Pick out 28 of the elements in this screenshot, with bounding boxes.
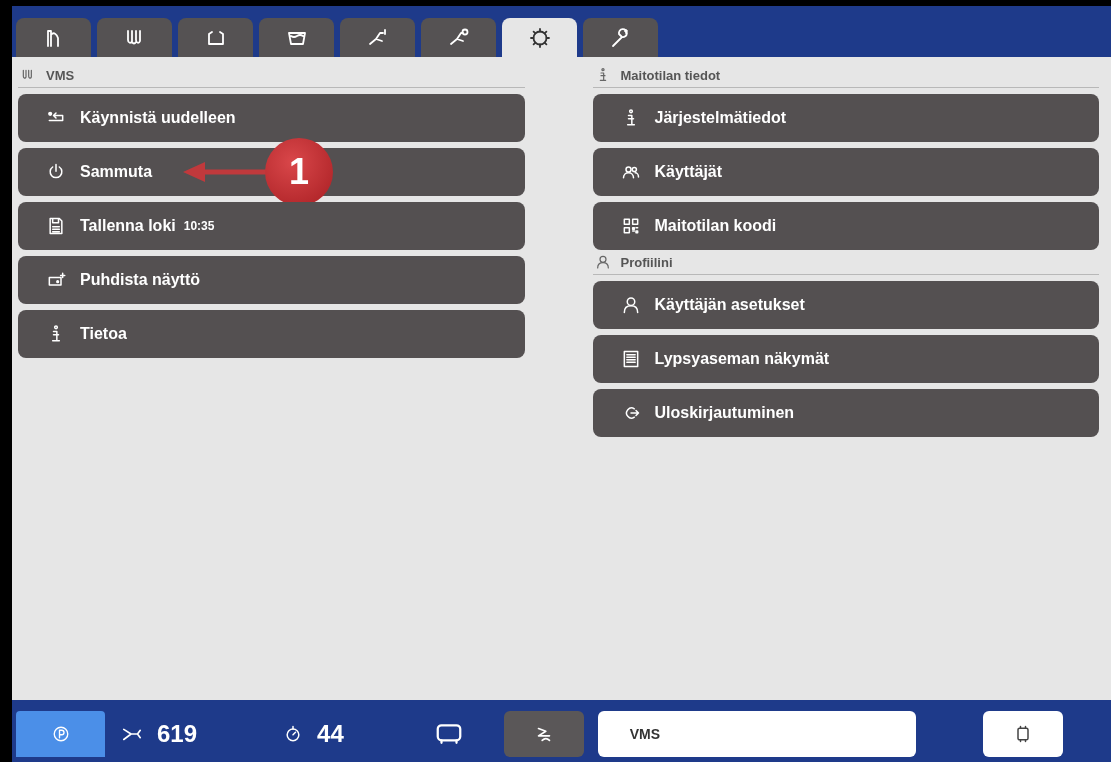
menu-button[interactable]: Lypsyaseman näkymät (592, 335, 1099, 383)
save-icon (46, 216, 66, 236)
user-icon (594, 254, 611, 270)
menu-button[interactable]: Tietoa (18, 310, 525, 358)
section-title: Profiilini (620, 254, 673, 270)
frame-button[interactable] (982, 711, 1063, 757)
tab[interactable] (259, 18, 334, 57)
section-title: Maitotilan tiedot (620, 67, 721, 83)
tab[interactable] (502, 18, 577, 57)
tab[interactable] (421, 18, 496, 57)
count-value: 44 (317, 720, 344, 748)
menu-button[interactable]: Puhdista näyttö (18, 256, 525, 304)
menu-button[interactable]: Uloskirjautuminen (592, 389, 1099, 437)
menu-button[interactable]: Maitotilan koodi (592, 202, 1099, 250)
tab[interactable] (583, 18, 658, 57)
settings-icon (527, 25, 552, 50)
menu-button[interactable]: Järjestelmätiedot (592, 94, 1099, 142)
parking-icon (51, 725, 70, 743)
section-title: VMS (46, 67, 75, 83)
tab[interactable] (178, 18, 253, 57)
tab[interactable] (16, 18, 91, 57)
unit-field[interactable]: VMS (597, 711, 916, 757)
tab[interactable] (97, 18, 172, 57)
menu-button[interactable]: Käyttäjät (592, 148, 1099, 196)
count-value: 619 (157, 720, 198, 748)
menu-button[interactable]: Tallenna loki 10:35 (18, 202, 525, 250)
menu-button[interactable]: Käyttäjän asetukset (592, 281, 1099, 329)
menu-button[interactable]: Käynnistä uudelleen (18, 94, 525, 142)
